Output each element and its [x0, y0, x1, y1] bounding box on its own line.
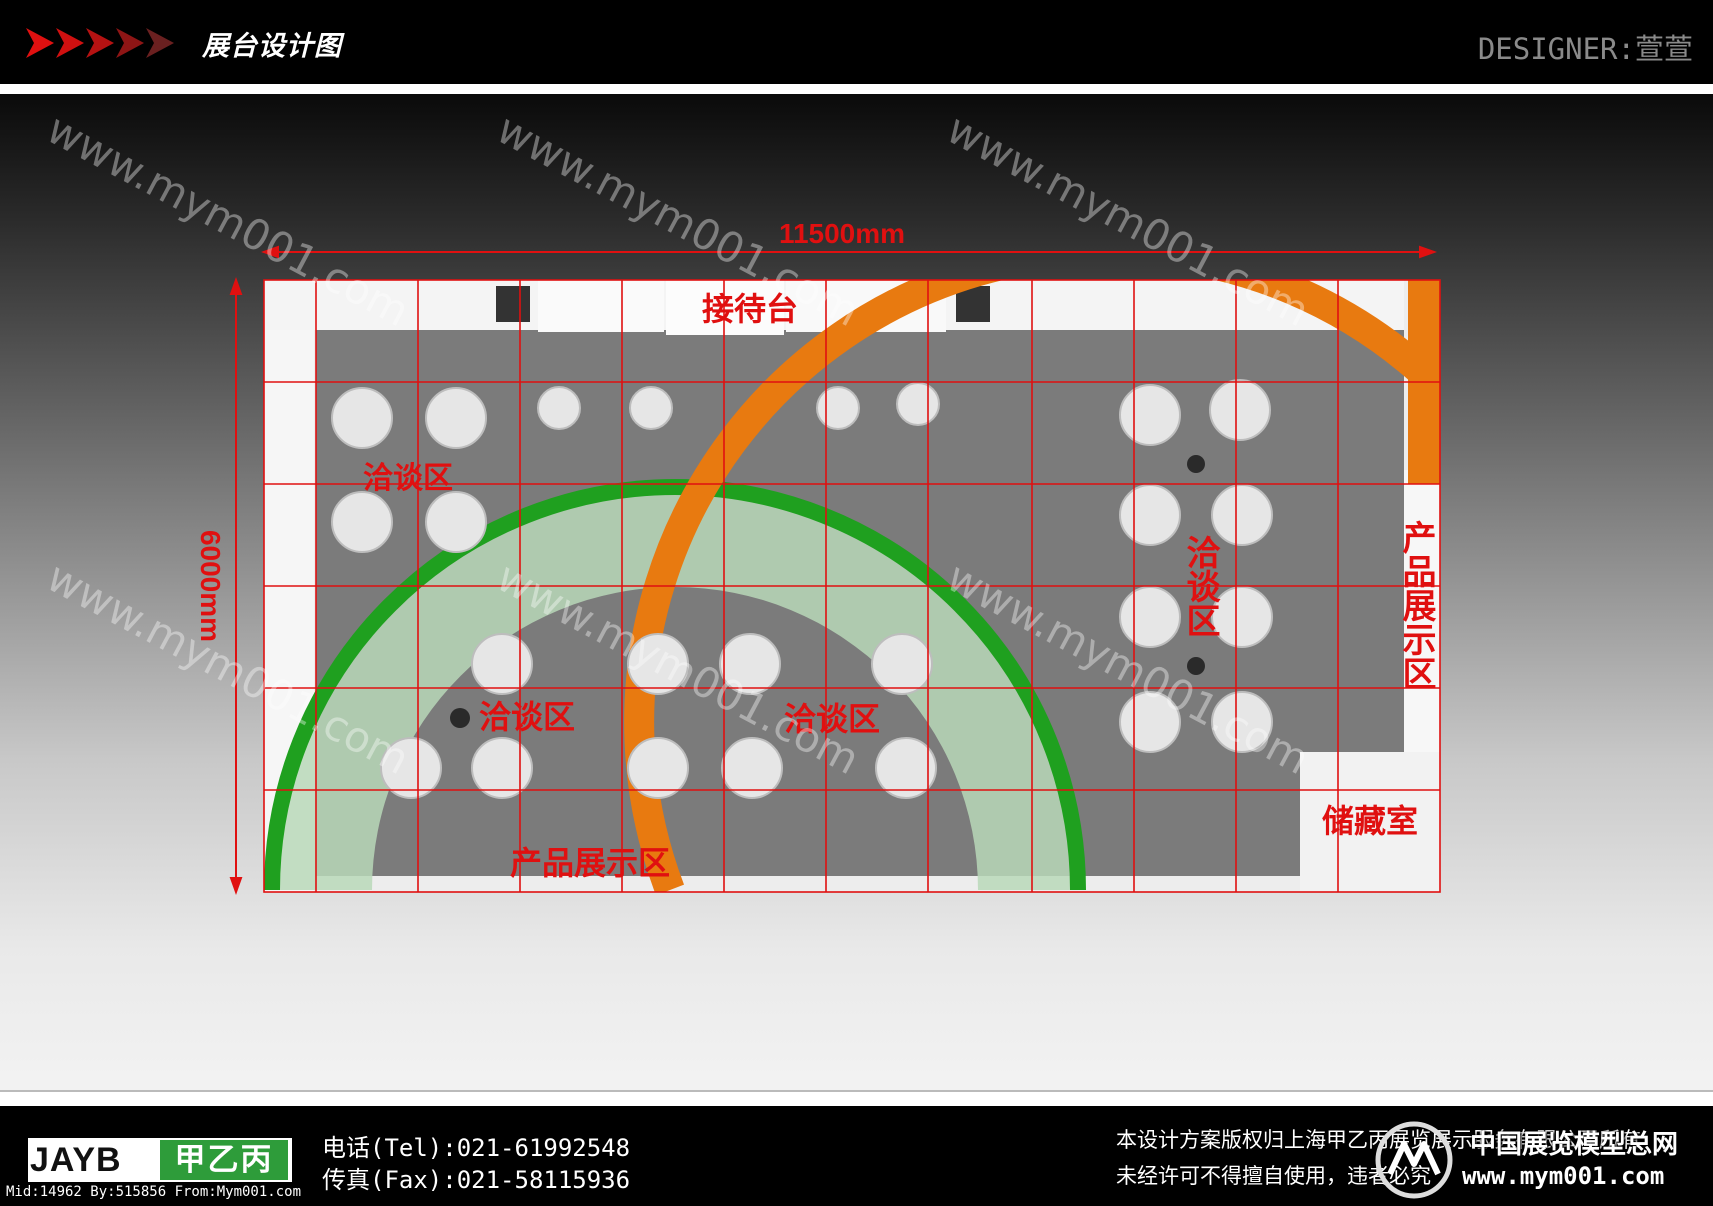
page-title: 展台设计图: [202, 31, 342, 62]
negotiation-label-top-left: 洽谈区: [363, 461, 453, 496]
designer-credit: DESIGNER:萱萱: [1478, 26, 1693, 68]
negotiation-label-right: 洽谈区: [1180, 535, 1220, 637]
model-id: Mid:14962 By:515856 From:Mym001.com: [6, 1184, 302, 1200]
storage-label: 储藏室: [1322, 802, 1418, 840]
floor-plan: 11500mm 6000mm 接待台 洽谈区 洽谈区 洽谈区 产品展示区 储藏室…: [195, 218, 1441, 895]
arrows-icon: [26, 28, 174, 58]
footer-divider: [0, 1090, 1713, 1106]
mym-logo-icon: [1375, 1121, 1453, 1199]
site-name: 中国展览模型总网: [1470, 1130, 1679, 1160]
height-label: 6000mm: [195, 530, 226, 642]
height-dimension-line: [229, 277, 243, 895]
company-logo-cn: 甲乙丙: [160, 1140, 288, 1180]
designer-label: DESIGNER:: [1477, 32, 1635, 66]
header-divider: [0, 84, 1713, 94]
reception-label: 接待台: [702, 290, 798, 328]
tel-text: 电话(Tel):021-61992548: [322, 1134, 631, 1162]
designer-name: 萱萱: [1634, 32, 1693, 66]
site-url: www.mym001.com: [1462, 1162, 1665, 1190]
width-label: 11500mm: [779, 218, 905, 249]
reception-desk-left: [538, 280, 664, 332]
screen-left: [496, 286, 530, 322]
company-logo-en: JAYB: [30, 1141, 122, 1179]
negotiation-label-center-left: 洽谈区: [479, 698, 575, 736]
product-display-label-right: 产品展示区: [1396, 520, 1436, 690]
negotiation-label-center-right: 洽谈区: [784, 700, 880, 738]
product-display-label-bottom: 产品展示区: [510, 844, 670, 882]
fax-text: 传真(Fax):021-58115936: [322, 1166, 631, 1194]
